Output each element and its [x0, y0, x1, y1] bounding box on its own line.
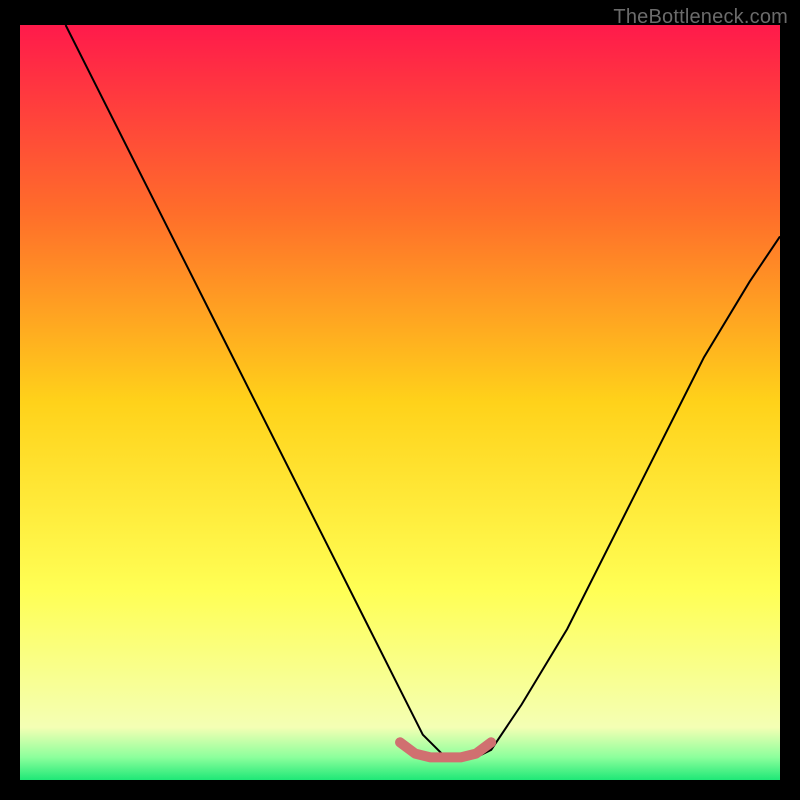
gradient-background [20, 25, 780, 780]
chart-frame [20, 25, 780, 780]
bottleneck-chart [20, 25, 780, 780]
